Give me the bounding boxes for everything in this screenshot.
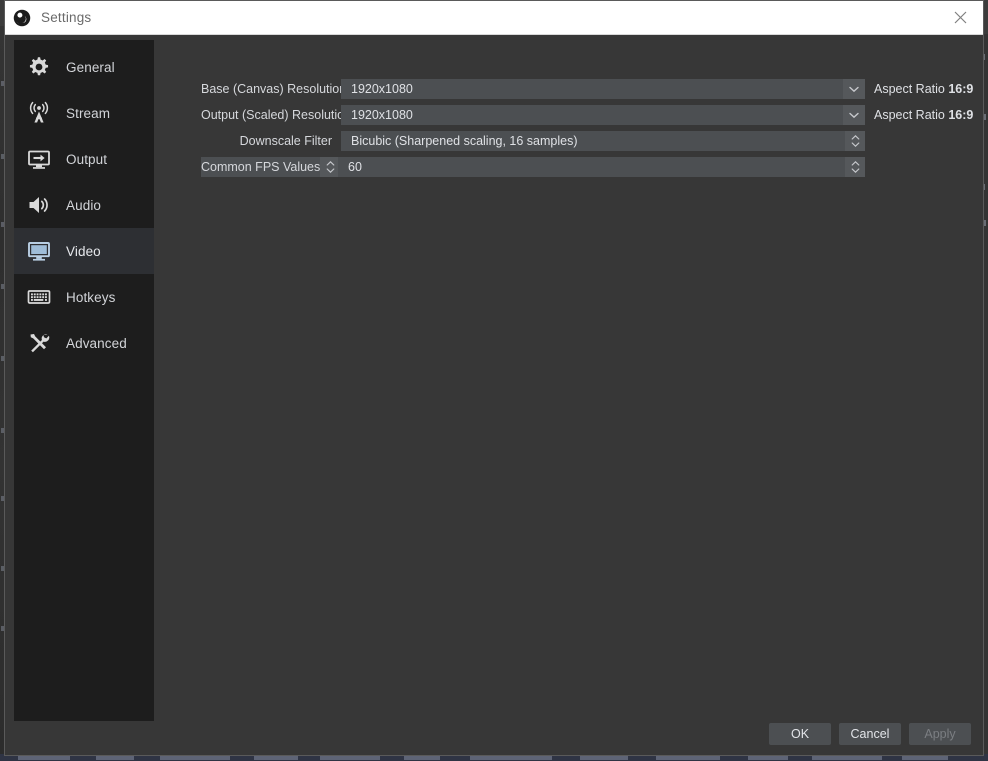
base-aspect-ratio-note: Aspect Ratio 16:9	[865, 82, 973, 96]
output-resolution-combobox[interactable]: 1920x1080	[341, 105, 865, 125]
sidebar-item-label: Stream	[66, 105, 111, 121]
base-resolution-row: Base (Canvas) Resolution 1920x1080 Aspec…	[201, 79, 973, 99]
cancel-button[interactable]: Cancel	[839, 723, 901, 745]
sidebar-item-hotkeys[interactable]: Hotkeys	[14, 274, 154, 320]
fps-value: 60	[348, 160, 362, 174]
downscale-filter-value: Bicubic (Sharpened scaling, 16 samples)	[351, 134, 578, 148]
sidebar-item-label: Advanced	[66, 335, 127, 351]
obs-logo-icon	[13, 9, 31, 26]
title-bar: Settings	[5, 1, 983, 35]
broadcast-icon	[25, 99, 53, 127]
base-resolution-value: 1920x1080	[351, 82, 413, 96]
spinner-updown-icon[interactable]	[845, 131, 865, 151]
video-settings-form: Base (Canvas) Resolution 1920x1080 Aspec…	[201, 79, 973, 183]
output-aspect-ratio-note: Aspect Ratio 16:9	[865, 108, 973, 122]
sidebar-item-label: Video	[66, 243, 101, 259]
aspect-ratio-value: 16:9	[948, 108, 974, 122]
base-resolution-label: Base (Canvas) Resolution	[201, 82, 347, 96]
dialog-body: General Stream Output Audio Video Hotkey…	[5, 35, 983, 755]
output-resolution-label: Output (Scaled) Resolution	[201, 108, 352, 122]
monitor-icon	[25, 237, 53, 265]
settings-dialog: Settings General Stream Output Audio Vid…	[4, 0, 984, 756]
aspect-ratio-value: 16:9	[948, 82, 974, 96]
fps-value-combobox[interactable]: 60	[338, 157, 845, 177]
chevron-down-icon[interactable]	[843, 105, 865, 125]
sidebar-item-audio[interactable]: Audio	[14, 182, 154, 228]
window-title: Settings	[41, 10, 92, 25]
spinner-updown-icon[interactable]	[845, 157, 865, 177]
sidebar-item-label: Audio	[66, 197, 102, 213]
fps-row: Common FPS Values 60	[201, 157, 973, 177]
chevron-down-icon[interactable]	[843, 79, 865, 99]
monitor-arrow-icon	[25, 145, 53, 173]
aspect-ratio-prefix: Aspect Ratio	[874, 108, 945, 122]
gear-icon	[25, 53, 53, 81]
tools-icon	[25, 329, 53, 357]
fps-mode-label: Common FPS Values	[201, 160, 321, 174]
speaker-icon	[25, 191, 53, 219]
ok-button[interactable]: OK	[769, 723, 831, 745]
sidebar-item-label: General	[66, 59, 115, 75]
fps-mode-combobox[interactable]: Common FPS Values	[201, 157, 341, 177]
sidebar-item-label: Output	[66, 151, 108, 167]
base-resolution-combobox[interactable]: 1920x1080	[341, 79, 865, 99]
downscale-filter-row: Downscale Filter Bicubic (Sharpened scal…	[201, 131, 973, 151]
sidebar-item-video[interactable]: Video	[14, 228, 154, 274]
settings-sidebar: General Stream Output Audio Video Hotkey…	[14, 40, 154, 721]
dialog-button-row: OK Cancel Apply	[769, 723, 971, 745]
downscale-filter-combobox[interactable]: Bicubic (Sharpened scaling, 16 samples)	[341, 131, 845, 151]
apply-button[interactable]: Apply	[909, 723, 971, 745]
downscale-filter-label: Downscale Filter	[239, 134, 332, 148]
sidebar-item-advanced[interactable]: Advanced	[14, 320, 154, 366]
keyboard-icon	[25, 283, 53, 311]
output-resolution-value: 1920x1080	[351, 108, 413, 122]
sidebar-item-label: Hotkeys	[66, 289, 116, 305]
output-resolution-row: Output (Scaled) Resolution 1920x1080 Asp…	[201, 105, 973, 125]
sidebar-item-general[interactable]: General	[14, 44, 154, 90]
sidebar-item-stream[interactable]: Stream	[14, 90, 154, 136]
sidebar-item-output[interactable]: Output	[14, 136, 154, 182]
aspect-ratio-prefix: Aspect Ratio	[874, 82, 945, 96]
close-icon[interactable]	[938, 1, 983, 33]
